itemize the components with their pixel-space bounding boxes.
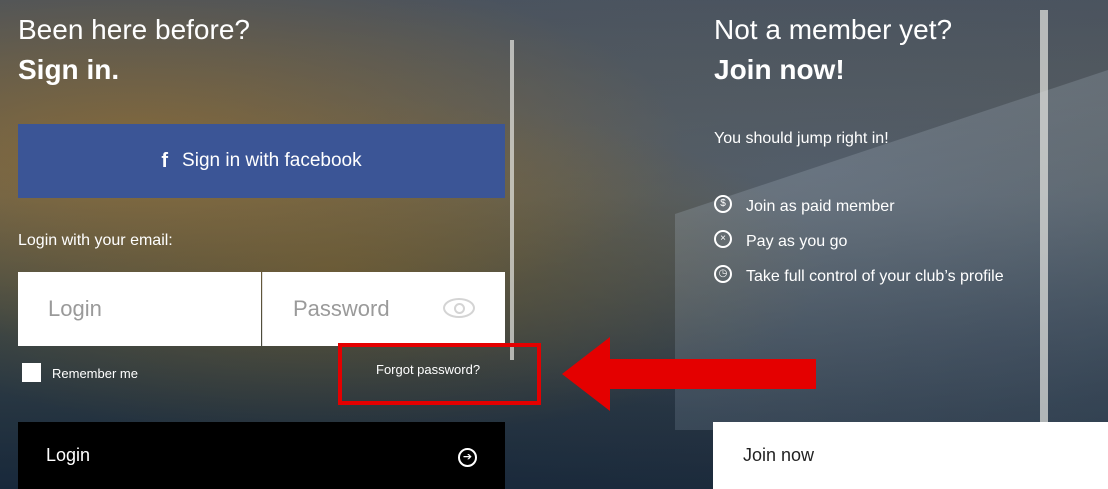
signin-heading-line2: Sign in. (18, 54, 120, 85)
join-heading-line2: Join now! (714, 54, 845, 85)
eye-icon[interactable] (443, 298, 475, 318)
background-pole (1040, 10, 1048, 430)
join-intro-text: You should jump right in! (714, 130, 889, 147)
remember-me-label: Remember me (52, 366, 138, 381)
join-now-label: Join now (743, 445, 815, 465)
login-field[interactable] (18, 272, 261, 346)
join-now-button[interactable]: Join now (713, 422, 1108, 489)
login-button[interactable]: Login ➔ (18, 422, 505, 489)
join-heading-line1: Not a member yet? (714, 14, 953, 45)
pay-icon: × (714, 230, 732, 248)
annotation-highlight-box (338, 343, 541, 405)
login-input[interactable] (46, 295, 261, 323)
email-login-label: Login with your email: (18, 232, 173, 249)
feature-item-paid-member: Join as paid member (746, 198, 895, 215)
arrow-right-icon: ➔ (458, 448, 477, 467)
facebook-signin-label: Sign in with facebook (182, 150, 362, 171)
facebook-signin-button[interactable]: f Sign in with facebook (18, 124, 505, 198)
login-button-label: Login (46, 445, 91, 465)
control-icon: ◷ (714, 265, 732, 283)
signin-heading-line1: Been here before? (18, 14, 250, 45)
facebook-icon: f (161, 149, 169, 172)
remember-me-checkbox[interactable] (22, 363, 41, 382)
member-icon: $ (714, 195, 732, 213)
background-pole (510, 40, 514, 360)
feature-item-full-control: Take full control of your club’s profile (746, 268, 1004, 285)
password-field[interactable] (262, 272, 505, 346)
annotation-arrow-icon (562, 337, 816, 411)
feature-item-pay-as-you-go: Pay as you go (746, 233, 848, 250)
